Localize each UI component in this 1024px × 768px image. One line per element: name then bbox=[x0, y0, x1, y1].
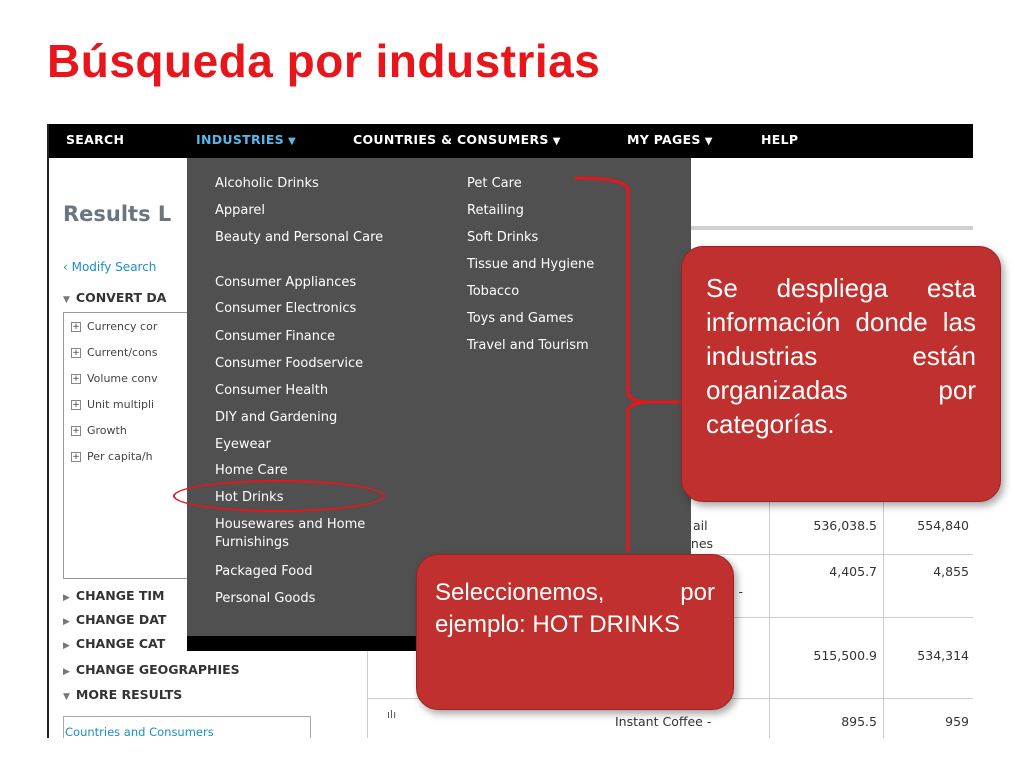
info-callout: Se despliega esta información donde las … bbox=[681, 246, 1001, 502]
select-callout: Seleccionemos, por ejemplo: HOT DRINKS bbox=[416, 554, 734, 710]
brace-arrow-icon bbox=[574, 176, 651, 552]
